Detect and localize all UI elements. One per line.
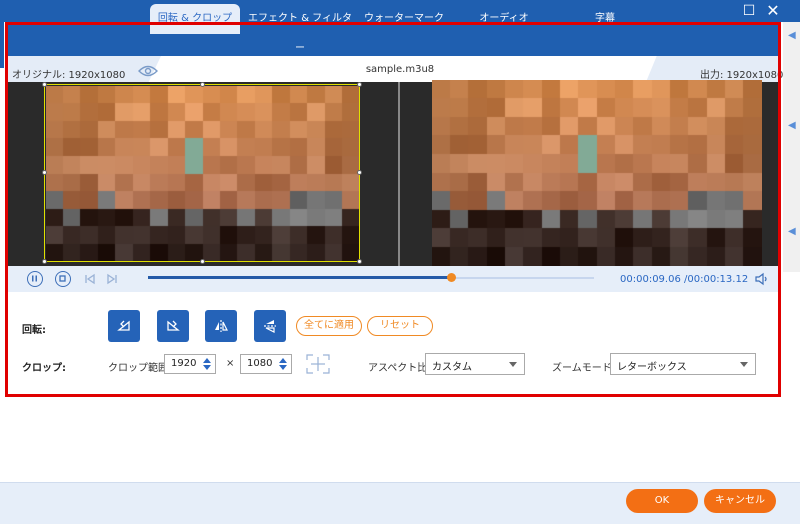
crop-handle[interactable] xyxy=(42,170,47,175)
flip-vertical-button[interactable] xyxy=(254,310,286,342)
crop-handle[interactable] xyxy=(357,170,362,175)
times-sign: × xyxy=(226,358,235,369)
flip-horizontal-icon xyxy=(215,320,228,332)
zoom-mode-select[interactable]: レターボックス xyxy=(610,353,756,375)
preview-divider xyxy=(398,82,400,266)
increment-icon[interactable] xyxy=(279,358,287,363)
tab-audio[interactable]: オーディオ xyxy=(470,4,538,34)
decrement-icon[interactable] xyxy=(279,365,287,370)
tab-watermark[interactable]: ウォーターマーク xyxy=(362,4,446,34)
crop-handle[interactable] xyxy=(200,82,205,87)
side-collapse-icon[interactable]: ◀ xyxy=(788,30,798,42)
output-video-frame xyxy=(432,80,762,266)
reset-button[interactable]: リセット xyxy=(367,316,433,336)
flip-vertical-icon xyxy=(264,320,276,333)
maximize-icon[interactable]: ☐ xyxy=(740,2,758,20)
decrement-icon[interactable] xyxy=(203,365,211,370)
next-frame-icon[interactable] xyxy=(104,271,120,287)
cancel-button[interactable]: キャンセル xyxy=(704,489,776,513)
close-icon[interactable]: ✕ xyxy=(764,2,782,20)
output-resolution: 出力: 1920x1080 xyxy=(700,70,784,81)
side-collapse-icon[interactable]: ◀ xyxy=(788,120,798,132)
aspect-ratio-label: アスペクト比: xyxy=(368,363,431,374)
crop-handle[interactable] xyxy=(42,82,47,87)
settings-panel xyxy=(6,292,780,394)
tab-effects-filters[interactable]: エフェクト & フィルター xyxy=(248,4,352,54)
crop-height-stepper[interactable]: 1080 xyxy=(240,354,292,374)
side-collapse-icon[interactable]: ◀ xyxy=(788,226,798,238)
rotate-left-button[interactable] xyxy=(108,310,140,342)
tab-subtitles[interactable]: 字幕 xyxy=(580,4,630,34)
ok-button[interactable]: OK xyxy=(626,489,698,513)
stop-icon[interactable] xyxy=(55,271,71,287)
rotate-right-button[interactable] xyxy=(157,310,189,342)
pause-icon[interactable] xyxy=(27,271,43,287)
crop-handle[interactable] xyxy=(357,259,362,264)
crop-handle[interactable] xyxy=(200,259,205,264)
aspect-ratio-value: カスタム xyxy=(432,362,472,373)
crop-width-value: 1920 xyxy=(171,358,197,369)
chevron-down-icon xyxy=(740,362,748,367)
progress-thumb[interactable] xyxy=(447,273,456,282)
crop-width-stepper[interactable]: 1920 xyxy=(164,354,216,374)
empty-area xyxy=(0,394,800,482)
prev-frame-icon[interactable] xyxy=(82,271,98,287)
progress-fill xyxy=(148,276,451,279)
crop-handle[interactable] xyxy=(42,259,47,264)
crop-handle[interactable] xyxy=(357,82,362,87)
file-name: sample.m3u8 xyxy=(365,64,435,75)
flip-horizontal-button[interactable] xyxy=(205,310,237,342)
volume-icon[interactable] xyxy=(755,272,769,286)
crop-label: クロップ: xyxy=(22,363,66,374)
center-crop-icon[interactable] xyxy=(305,352,331,376)
total-time: /00:00:13.12 xyxy=(684,274,749,285)
rotation-label: 回転: xyxy=(22,325,46,336)
zoom-mode-value: レターボックス xyxy=(617,362,687,373)
tab-rotate-crop[interactable]: 回転 & クロップ xyxy=(150,4,240,34)
left-edge-strip xyxy=(0,22,4,68)
crop-height-value: 1080 xyxy=(247,358,273,369)
zoom-mode-label: ズームモード: xyxy=(552,363,616,374)
crop-range-label: クロップ範囲: xyxy=(108,363,172,374)
increment-icon[interactable] xyxy=(203,358,211,363)
rotate-right-icon xyxy=(167,320,180,331)
aspect-ratio-select[interactable]: カスタム xyxy=(425,353,525,375)
crop-frame[interactable] xyxy=(44,84,360,262)
current-time: 00:00:09.06 xyxy=(620,274,681,285)
chevron-down-icon xyxy=(509,362,517,367)
apply-all-button[interactable]: 全てに適用 xyxy=(296,316,362,336)
rotate-left-icon xyxy=(117,320,130,331)
